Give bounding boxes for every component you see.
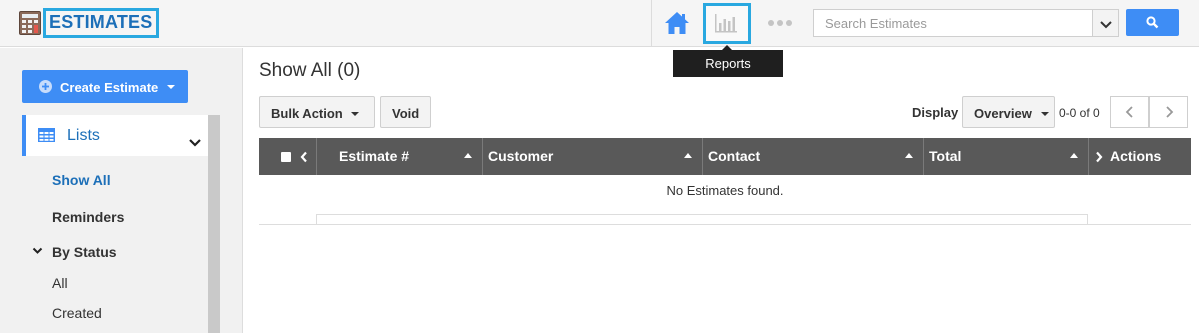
bulk-action-button[interactable]: Bulk Action [259,96,375,128]
create-estimate-button[interactable]: Create Estimate [22,70,188,103]
reports-tooltip: Reports [673,50,783,77]
column-divider [316,138,317,175]
home-icon[interactable] [664,10,690,36]
display-view-select[interactable]: Overview [962,96,1055,128]
page-title: Show All (0) [259,60,361,81]
page-app-title: ESTIMATES [49,12,153,32]
more-dots-icon[interactable] [767,16,793,30]
caret-down-icon [167,85,175,89]
next-page-button[interactable] [1149,96,1188,128]
column-contact[interactable]: Contact [708,138,760,175]
table-grid-icon [38,128,55,142]
reports-chart-icon[interactable] [713,12,739,34]
chevron-down-icon[interactable] [32,247,43,255]
sidebar-item-created[interactable]: Created [52,305,102,321]
caret-down-icon [351,112,359,116]
chevron-down-icon [1100,21,1112,29]
calculator-icon [19,11,41,35]
sidebar-item-reminders[interactable]: Reminders [52,209,124,225]
column-divider [923,138,924,175]
create-estimate-label: Create Estimate [60,80,159,95]
column-divider [482,138,483,175]
sidebar-scrollbar[interactable] [208,115,220,333]
empty-table-message: No Estimates found. [666,183,784,198]
search-icon [1146,16,1159,29]
chevron-left-icon[interactable] [300,151,308,163]
bulk-action-label: Bulk Action [271,106,343,121]
sidebar-item-by-status[interactable]: By Status [52,244,117,260]
void-label: Void [392,106,420,121]
table-bottom-border [259,224,1191,225]
display-label: Display [912,105,959,120]
chevron-right-icon [1166,106,1174,118]
column-total[interactable]: Total [929,138,961,175]
column-actions: Actions [1110,148,1162,164]
caret-down-icon [1041,112,1049,116]
display-view-value: Overview [974,106,1032,121]
sort-up-icon[interactable] [1070,153,1078,158]
chevron-down-icon[interactable] [188,138,202,147]
sort-up-icon[interactable] [464,153,472,158]
pagination-count: 0-0 of 0 [1059,106,1100,120]
search-filter-dropdown[interactable] [1092,9,1119,37]
column-divider [702,138,703,175]
search-input[interactable] [813,9,1093,37]
chevron-left-icon [1125,106,1133,118]
table-header: Estimate # Customer Contact Total Action… [259,138,1191,175]
sort-up-icon[interactable] [684,153,692,158]
column-divider [1088,138,1089,175]
search-button[interactable] [1126,9,1179,36]
sort-up-icon[interactable] [905,153,913,158]
prev-page-button[interactable] [1110,96,1149,128]
lists-label: Lists [67,127,100,144]
plus-circle-icon [39,80,52,93]
column-customer[interactable]: Customer [488,138,553,175]
column-estimate-number[interactable]: Estimate # [339,138,409,175]
select-all-checkbox[interactable] [281,152,291,162]
sidebar-item-show-all[interactable]: Show All [52,172,111,188]
sidebar-item-all[interactable]: All [52,275,68,291]
void-button[interactable]: Void [380,96,431,128]
chevron-right-icon[interactable] [1095,151,1103,163]
